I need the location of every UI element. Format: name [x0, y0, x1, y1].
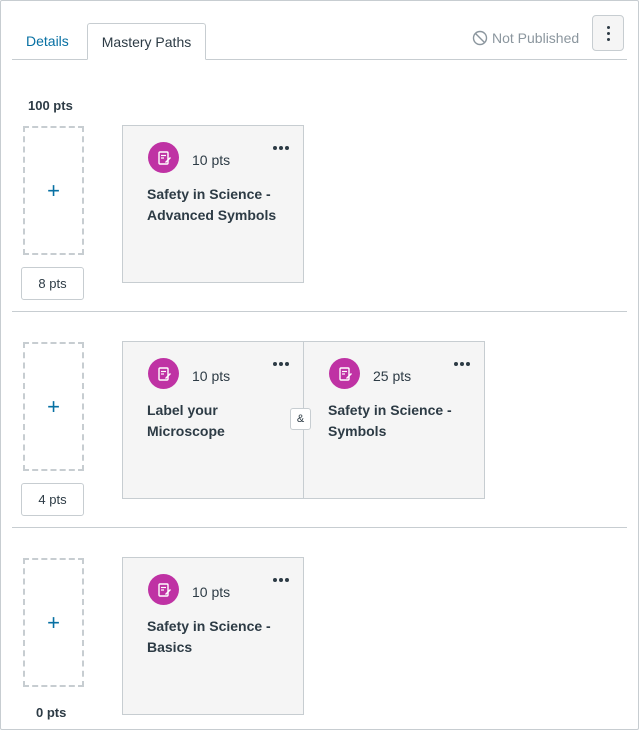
assignment-card[interactable]: 10 pts Label your Microscope — [122, 341, 304, 499]
assignment-card[interactable]: 10 pts Safety in Science - Advanced Symb… — [122, 125, 304, 283]
assignment-title: Safety in Science - Advanced Symbols — [147, 186, 277, 223]
more-options-icon[interactable] — [454, 362, 470, 366]
quiz-icon — [148, 574, 179, 605]
quiz-icon — [148, 142, 179, 173]
kebab-menu-icon — [606, 25, 610, 29]
assignment-points: 10 pts — [192, 152, 231, 168]
more-options-icon[interactable] — [273, 146, 289, 150]
assignment-points: 10 pts — [192, 368, 231, 384]
plus-icon: + — [47, 393, 60, 419]
mastery-paths-panel: Details Mastery Paths Not Published 100 … — [0, 0, 639, 730]
not-published-icon — [472, 30, 488, 46]
score-min-label: 0 pts — [36, 705, 67, 720]
assignment-card[interactable]: 10 pts Safety in Science - Basics — [122, 557, 304, 715]
assignment-title: Safety in Science - Basics — [147, 618, 271, 655]
assignment-points: 25 pts — [373, 368, 412, 384]
publish-status-label: Not Published — [492, 30, 580, 46]
assignment-title: Label your Microscope — [147, 402, 225, 439]
more-options-icon[interactable] — [273, 578, 289, 582]
range-divider — [12, 311, 627, 312]
add-assignment-button[interactable]: + — [23, 342, 84, 471]
range-bound-input[interactable]: 8 pts — [21, 267, 84, 300]
add-assignment-button[interactable]: + — [23, 126, 84, 255]
more-options-icon[interactable] — [273, 362, 289, 366]
score-max-label: 100 pts — [28, 98, 73, 113]
options-menu-button[interactable] — [592, 15, 624, 51]
assignment-title: Safety in Science - Symbols — [328, 402, 452, 439]
and-toggle-button[interactable]: & — [290, 408, 311, 430]
range-bound-input[interactable]: 4 pts — [21, 483, 84, 516]
plus-icon: + — [47, 609, 60, 635]
tab-details[interactable]: Details — [12, 23, 83, 60]
assignment-points: 10 pts — [192, 584, 231, 600]
quiz-icon — [329, 358, 360, 389]
quiz-icon — [148, 358, 179, 389]
range-divider — [12, 527, 627, 528]
kebab-dot — [606, 37, 610, 41]
plus-icon: + — [47, 177, 60, 203]
assignment-card[interactable]: 25 pts Safety in Science - Symbols — [303, 341, 485, 499]
kebab-dot — [606, 31, 610, 35]
tab-mastery-paths[interactable]: Mastery Paths — [87, 23, 206, 60]
add-assignment-button[interactable]: + — [23, 558, 84, 687]
publish-status: Not Published — [472, 28, 579, 48]
